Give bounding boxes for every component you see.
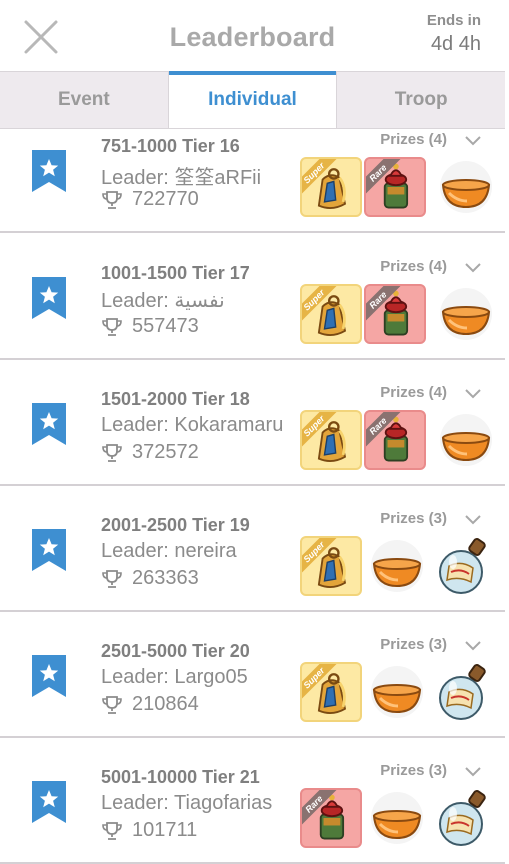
- tab-individual[interactable]: Individual: [167, 71, 338, 128]
- chevron-down-icon[interactable]: [465, 641, 481, 651]
- scroll-bottle-icon: [439, 664, 486, 720]
- score: 101711: [101, 819, 197, 842]
- bookmark-star-icon: [32, 655, 66, 697]
- leader-name: Leader: 筌筌aRFii: [101, 167, 262, 189]
- prize-item[interactable]: Super: [300, 662, 362, 722]
- tier-label: 2001-2500 Tier 19: [101, 515, 250, 535]
- scroll-bottle-icon: [439, 538, 486, 594]
- tier-label: 751-1000 Tier 16: [101, 136, 240, 156]
- score: 722770: [101, 188, 199, 211]
- trophy-icon: [102, 317, 122, 336]
- prize-item[interactable]: Rare: [300, 788, 362, 848]
- tab-troop[interactable]: Troop: [337, 72, 505, 128]
- leader-name: Leader: Largo05: [101, 666, 248, 688]
- trophy-icon: [102, 695, 122, 714]
- chevron-down-icon[interactable]: [465, 263, 481, 273]
- scroll-bottle-icon: [439, 790, 486, 846]
- prize-item[interactable]: Super: [300, 284, 362, 344]
- leader-name: Leader: نفسية: [101, 290, 225, 312]
- score-value: 210864: [132, 693, 199, 715]
- bowl-icon: [371, 666, 423, 718]
- prizes-count[interactable]: Prizes (4): [380, 131, 447, 148]
- leader-name: Leader: Kokaramaru: [101, 414, 284, 436]
- prize-item[interactable]: [433, 788, 495, 848]
- prize-item[interactable]: Rare: [364, 284, 426, 344]
- trophy-icon: [102, 821, 122, 840]
- bookmark-star-icon: [32, 781, 66, 823]
- tier-label: 1001-1500 Tier 17: [101, 263, 250, 283]
- ends-in-value: 4d 4h: [430, 33, 481, 55]
- event-timer: Ends in 4d 4h: [427, 12, 481, 56]
- prize-item[interactable]: [433, 536, 495, 596]
- score-value: 557473: [132, 315, 199, 337]
- leaderboard-row[interactable]: 5001-10000 Tier 21 Leader: Tiagofarias 101…: [0, 739, 505, 864]
- trophy-icon: [102, 443, 122, 462]
- prize-item[interactable]: [433, 662, 495, 722]
- prize-item[interactable]: Rare: [364, 410, 426, 470]
- leaderboard-row[interactable]: 751-1000 Tier 16 Leader: 筌筌aRFii 722770 Pri…: [0, 129, 505, 233]
- bookmark-star-icon: [32, 277, 66, 319]
- leaderboard-row[interactable]: 2501-5000 Tier 20 Leader: Largo05 210864 Pr…: [0, 613, 505, 738]
- tab-bar: Event Individual Troop: [0, 71, 505, 129]
- prize-item[interactable]: [433, 284, 495, 344]
- leaderboard-list[interactable]: 751-1000 Tier 16 Leader: 筌筌aRFii 722770 Pri…: [0, 129, 505, 864]
- score-value: 101711: [132, 819, 198, 841]
- score: 263363: [101, 567, 199, 590]
- bookmark-star-icon: [32, 529, 66, 571]
- leader-name: Leader: nereira: [101, 540, 237, 562]
- chevron-down-icon[interactable]: [465, 515, 481, 525]
- tier-label: 5001-10000 Tier 21: [101, 767, 260, 787]
- chevron-down-icon[interactable]: [465, 136, 481, 146]
- prize-item[interactable]: Rare: [364, 157, 426, 217]
- bowl-icon: [440, 288, 492, 340]
- leader-name: Leader: Tiagofarias: [101, 792, 273, 814]
- trophy-icon: [102, 569, 122, 588]
- prize-item[interactable]: [364, 536, 426, 596]
- bowl-icon: [440, 161, 492, 213]
- prizes-count[interactable]: Prizes (3): [380, 636, 447, 653]
- bowl-icon: [440, 414, 492, 466]
- bowl-icon: [371, 540, 423, 592]
- prizes-count[interactable]: Prizes (4): [380, 384, 447, 401]
- score-value: 263363: [132, 567, 199, 589]
- ends-in-label: Ends in: [426, 12, 481, 29]
- bookmark-star-icon: [32, 150, 66, 192]
- bowl-icon: [371, 792, 423, 844]
- prize-item[interactable]: [364, 788, 426, 848]
- trophy-icon: [102, 190, 122, 209]
- leaderboard-row[interactable]: 1501-2000 Tier 18 Leader: Kokaramaru 37257…: [0, 361, 505, 486]
- prize-item[interactable]: [364, 662, 426, 722]
- tab-event[interactable]: Event: [0, 72, 168, 128]
- prize-item[interactable]: Super: [300, 410, 362, 470]
- prizes-count[interactable]: Prizes (3): [380, 510, 447, 527]
- prizes-count[interactable]: Prizes (3): [380, 762, 447, 779]
- score: 372572: [101, 441, 199, 464]
- leaderboard-row[interactable]: 2001-2500 Tier 19 Leader: nereira 263363 Pr…: [0, 487, 505, 612]
- bookmark-star-icon: [32, 403, 66, 445]
- leaderboard-row[interactable]: 1001-1500 Tier 17 Leader: نفسية 557473 Priz…: [0, 235, 505, 360]
- prizes-count[interactable]: Prizes (4): [380, 258, 447, 275]
- tier-label: 1501-2000 Tier 18: [101, 389, 250, 409]
- header: Leaderboard Ends in 4d 4h: [0, 0, 505, 71]
- chevron-down-icon[interactable]: [465, 389, 481, 399]
- prize-item[interactable]: Super: [300, 157, 362, 217]
- prize-item[interactable]: [433, 410, 495, 470]
- chevron-down-icon[interactable]: [465, 767, 481, 777]
- prize-item[interactable]: [433, 157, 495, 217]
- score: 210864: [101, 693, 199, 716]
- prize-item[interactable]: Super: [300, 536, 362, 596]
- score-value: 722770: [132, 188, 199, 210]
- tier-label: 2501-5000 Tier 20: [101, 641, 250, 661]
- score: 557473: [101, 315, 199, 338]
- score-value: 372572: [132, 441, 199, 463]
